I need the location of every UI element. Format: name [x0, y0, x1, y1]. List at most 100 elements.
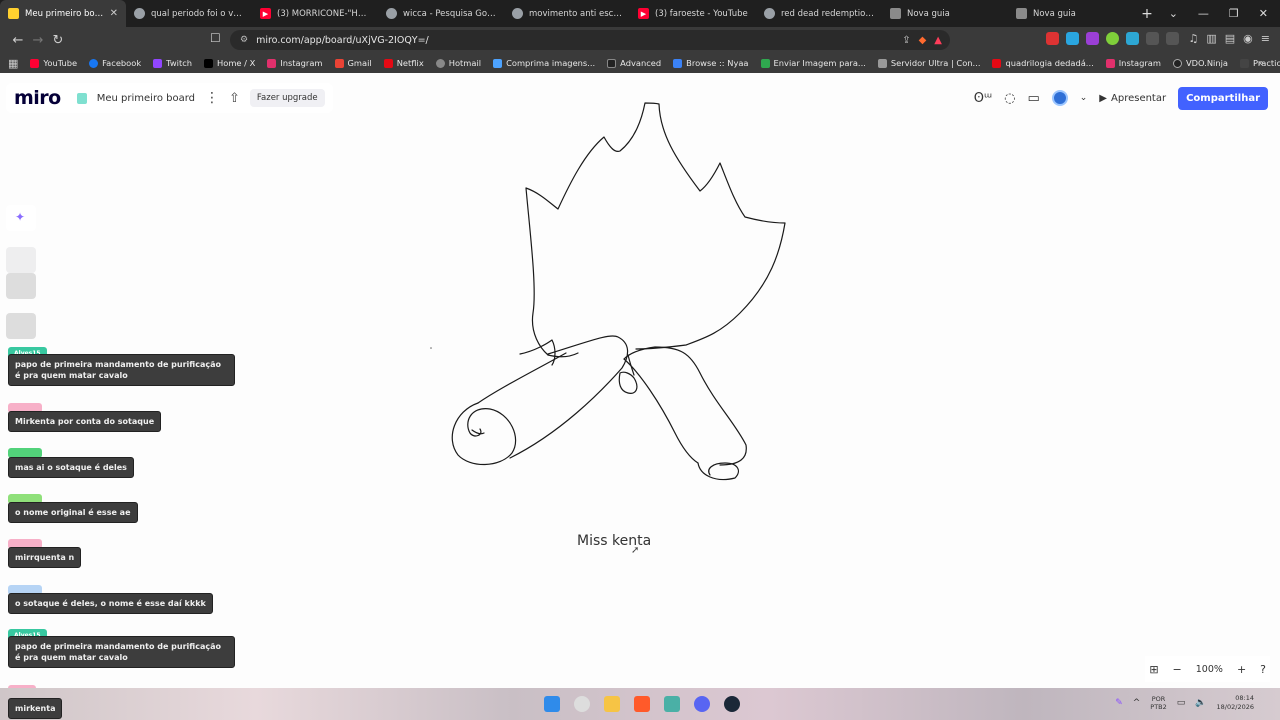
bookmark-item[interactable]: YouTube — [24, 58, 83, 68]
back-icon[interactable]: ← — [8, 33, 28, 48]
tab-google-4[interactable]: red dead redemption 2 rit — [756, 0, 882, 27]
share-icon[interactable]: ⇪ — [902, 35, 910, 46]
sidebar-icon[interactable] — [1166, 32, 1179, 45]
zoom-level[interactable]: 100% — [1196, 664, 1223, 675]
tab-google-1[interactable]: qual periodo foi o velho o — [126, 0, 252, 27]
instagram-icon — [1105, 58, 1115, 68]
brave-icon[interactable] — [634, 696, 650, 712]
bookmark-label: Enviar Imagem para... — [773, 58, 866, 68]
search-icon[interactable] — [574, 696, 590, 712]
new-tab-button[interactable]: + — [1134, 0, 1160, 27]
help-icon[interactable]: ? — [1260, 663, 1266, 676]
brave-rewards-icon[interactable]: ▲ — [934, 35, 942, 46]
extension-icon[interactable] — [1106, 32, 1119, 45]
chat-message: mirkenta — [8, 698, 63, 719]
bookmark-item[interactable]: Comprima imagens... — [487, 58, 601, 68]
bookmark-item[interactable]: Home / X — [198, 58, 261, 68]
tab-label: (3) MORRICONE-"Ham — [277, 8, 370, 19]
bookmark-item[interactable]: Hotmail — [430, 58, 487, 68]
tab-google-3[interactable]: movimento anti escravista — [504, 0, 630, 27]
netflix-icon — [383, 58, 393, 68]
menu-icon[interactable]: ≡ — [1261, 32, 1270, 45]
extensions — [1046, 32, 1179, 45]
lang-layout: PTB2 — [1150, 703, 1167, 711]
bookmark-item[interactable]: Facebook — [83, 58, 147, 68]
bookmark-label: Facebook — [102, 58, 142, 68]
apps-grid-icon[interactable]: ▦ — [8, 57, 18, 70]
pen-icon[interactable]: ✎ — [1115, 698, 1123, 708]
window-controls: ⌄ — ❐ ✕ — [1169, 0, 1280, 27]
bookmark-item[interactable]: Advanced — [601, 58, 667, 68]
forward-icon[interactable]: → — [28, 33, 48, 48]
close-window-icon[interactable]: ✕ — [1259, 7, 1268, 20]
globe-icon — [435, 58, 445, 68]
zoom-in-button[interactable]: + — [1237, 663, 1246, 676]
wallet-icon[interactable]: ▤ — [1225, 32, 1235, 45]
file-explorer-icon[interactable] — [604, 696, 620, 712]
zoom-controls: ⊞ − 100% + ? — [1145, 656, 1270, 682]
bookmark-item[interactable]: Netflix — [378, 58, 430, 68]
puzzle-icon[interactable] — [1146, 32, 1159, 45]
extension-icon[interactable] — [1086, 32, 1099, 45]
minimize-icon[interactable]: — — [1198, 7, 1209, 20]
bookmark-item[interactable]: Enviar Imagem para... — [755, 58, 872, 68]
discord-icon[interactable] — [694, 696, 710, 712]
bookmark-item[interactable]: Browse :: Nyaa — [667, 58, 754, 68]
steam-icon[interactable] — [724, 696, 740, 712]
board-text-label[interactable]: Miss kenta — [577, 533, 651, 549]
shield-icon — [1016, 8, 1027, 19]
bookmark-item[interactable]: Servidor Ultra | Con... — [872, 58, 987, 68]
clock-date: 18/02/2026 — [1216, 703, 1254, 711]
extension-icon[interactable] — [1046, 32, 1059, 45]
practice-icon — [1240, 58, 1250, 68]
bookmark-item[interactable]: Instagram — [261, 58, 328, 68]
tab-new-2[interactable]: Nova guia — [1008, 0, 1134, 27]
extension-icon[interactable] — [1066, 32, 1079, 45]
taskbar-apps — [544, 696, 740, 712]
tab-youtube-1[interactable]: ▶ (3) MORRICONE-"Ham — [252, 0, 378, 27]
vdo-ninja-icon — [1172, 58, 1182, 68]
windows-start-icon[interactable] — [544, 696, 560, 712]
chevron-right-icon[interactable]: » — [1258, 58, 1264, 69]
tab-google-2[interactable]: wicca - Pesquisa Google — [378, 0, 504, 27]
tab-label: Meu primeiro board — [25, 8, 104, 19]
bookmark-item[interactable]: Instagram — [1100, 58, 1167, 68]
bookmark-item[interactable]: Twitch — [147, 58, 198, 68]
close-icon[interactable]: ✕ — [110, 8, 118, 19]
globe-icon — [512, 8, 523, 19]
extension-icon[interactable] — [1126, 32, 1139, 45]
miro-board-canvas[interactable]: miro Meu primeiro board ⋮ ⇧ Fazer upgrad… — [0, 73, 1280, 691]
bookmarks-bar: ▦ YouTube Facebook Twitch Home / X Insta… — [0, 53, 1280, 73]
reload-icon[interactable]: ↻ — [48, 33, 68, 48]
address-bar[interactable]: ⚙ miro.com/app/board/uXjVG-2IOQY=/ ⇪ ◆ ▲ — [230, 30, 950, 50]
chevron-up-icon[interactable]: ^ — [1133, 698, 1141, 708]
tab-label: movimento anti escravista — [529, 8, 622, 19]
youtube-icon — [30, 58, 40, 68]
brave-shield-icon[interactable]: ◆ — [919, 35, 927, 46]
tab-new-1[interactable]: Nova guia — [882, 0, 1008, 27]
chevron-down-icon[interactable]: ⌄ — [1169, 7, 1178, 20]
bookmark-item[interactable]: quadrilogia dedadá... — [986, 58, 1099, 68]
tab-miro[interactable]: Meu primeiro board ✕ — [0, 0, 126, 27]
language-indicator[interactable]: POR PTB2 — [1150, 695, 1167, 711]
bookmark-icon[interactable]: ☐ — [210, 31, 221, 45]
maximize-icon[interactable]: ❐ — [1229, 7, 1239, 20]
clock[interactable]: 08:14 18/02/2026 — [1217, 694, 1254, 712]
netflix-icon — [992, 58, 1002, 68]
app-icon[interactable] — [664, 696, 680, 712]
split-view-icon[interactable]: ▥ — [1206, 32, 1216, 45]
music-icon[interactable]: ♫ — [1188, 32, 1198, 45]
network-icon[interactable]: ▭ — [1177, 698, 1186, 708]
clock-time: 08:14 — [1235, 694, 1254, 702]
bookmark-label: Advanced — [620, 58, 662, 68]
vpn-icon[interactable]: ◉ — [1243, 32, 1253, 45]
bookmark-item[interactable]: VDO.Ninja — [1167, 58, 1234, 68]
tab-youtube-2[interactable]: ▶ (3) faroeste - YouTube — [630, 0, 756, 27]
zoom-out-button[interactable]: − — [1173, 663, 1182, 676]
fit-screen-icon[interactable]: ⊞ — [1149, 663, 1158, 676]
facebook-icon — [89, 58, 99, 68]
bookmark-label: Instagram — [280, 58, 323, 68]
bookmark-item[interactable]: Gmail — [329, 58, 378, 68]
site-info-icon[interactable]: ⚙ — [240, 35, 248, 45]
volume-icon[interactable]: 🔈 — [1195, 698, 1206, 708]
